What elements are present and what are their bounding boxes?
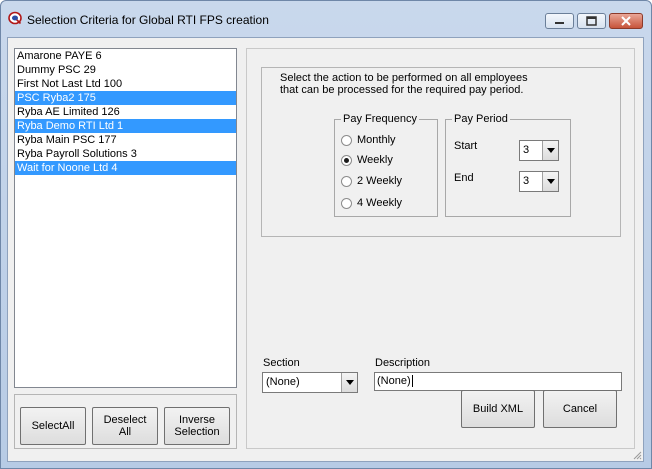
app-logo-icon — [8, 11, 22, 25]
cancel-button[interactable]: Cancel — [543, 390, 617, 428]
resize-grip-icon[interactable] — [632, 450, 642, 460]
select-all-label: SelectAll — [31, 420, 75, 432]
radio-label: 4 Weekly — [357, 197, 403, 209]
description-input[interactable]: (None) — [374, 372, 622, 391]
start-period-select[interactable]: 3 — [519, 140, 559, 161]
chevron-down-icon[interactable] — [542, 141, 558, 160]
minimize-icon — [555, 22, 564, 24]
radio-button[interactable] — [341, 197, 352, 209]
list-item[interactable]: Ryba Payroll Solutions 3 — [15, 147, 236, 161]
build-xml-label: Build XML — [472, 403, 524, 415]
maximize-icon — [586, 16, 597, 26]
window-title: Selection Criteria for Global RTI FPS cr… — [27, 13, 269, 27]
text-caret — [411, 375, 413, 388]
list-item[interactable]: Ryba Demo RTI Ltd 1 — [15, 119, 236, 133]
list-item[interactable]: Ryba Main PSC 177 — [15, 133, 236, 147]
dialog-window: Selection Criteria for Global RTI FPS cr… — [0, 0, 652, 469]
company-listbox[interactable]: Amarone PAYE 6 Dummy PSC 29 First Not Last… — [14, 48, 237, 388]
pay-frequency-option[interactable]: Monthly — [341, 133, 396, 147]
pay-frequency-option[interactable]: 2 Weekly — [341, 174, 402, 188]
title-bar[interactable]: Selection Criteria for Global RTI FPS cr… — [1, 1, 651, 37]
close-icon — [621, 16, 631, 26]
radio-button[interactable] — [341, 134, 352, 146]
list-item[interactable]: Amarone PAYE 6 — [15, 49, 236, 63]
pay-frequency-option[interactable]: Weekly — [341, 153, 393, 167]
radio-button[interactable] — [341, 175, 352, 187]
section-label: Section — [263, 357, 300, 369]
minimize-button[interactable] — [545, 13, 574, 29]
section-value: (None) — [266, 376, 300, 388]
build-xml-button[interactable]: Build XML — [461, 390, 535, 428]
end-period-value: 3 — [523, 175, 530, 187]
section-select[interactable]: (None) — [262, 372, 358, 393]
pay-frequency-label: Pay Frequency — [341, 113, 419, 126]
list-item[interactable]: Dummy PSC 29 — [15, 63, 236, 77]
radio-label: Weekly — [357, 154, 393, 166]
chevron-down-icon[interactable] — [542, 172, 558, 191]
dialog-client-area: Amarone PAYE 6 Dummy PSC 29 First Not Last… — [7, 37, 644, 462]
cancel-label: Cancel — [562, 403, 598, 415]
start-label: Start — [454, 140, 478, 152]
radio-label: 2 Weekly — [357, 175, 403, 187]
pay-frequency-group: Pay Frequency Monthly Weekly 2 Weekly 4 Wee… — [334, 113, 438, 217]
end-period-select[interactable]: 3 — [519, 171, 559, 192]
select-all-button[interactable]: SelectAll — [20, 407, 86, 445]
criteria-panel: Select the action to be performed on all… — [246, 48, 635, 449]
start-period-value: 3 — [523, 144, 530, 156]
inverse-selection-label: Inverse Selection — [174, 414, 220, 438]
pay-period-label: Pay Period — [452, 113, 510, 126]
list-buttons-group: SelectAll Deselect All Inverse Selection — [14, 394, 237, 449]
pay-period-group: Pay Period Start 3 End 3 — [445, 113, 571, 217]
end-label: End — [454, 172, 474, 184]
inverse-selection-button[interactable]: Inverse Selection — [164, 407, 230, 445]
maximize-button[interactable] — [577, 13, 606, 29]
list-item[interactable]: First Not Last Ltd 100 — [15, 77, 236, 91]
radio-button[interactable] — [341, 154, 352, 166]
chevron-down-icon[interactable] — [341, 373, 357, 392]
pay-frequency-option[interactable]: 4 Weekly — [341, 196, 402, 210]
instruction-text: Select the action to be performed on all… — [280, 72, 528, 96]
close-button[interactable] — [609, 13, 643, 29]
description-value: (None) — [377, 375, 413, 388]
deselect-all-button[interactable]: Deselect All — [92, 407, 158, 445]
action-frame: Select the action to be performed on all… — [261, 67, 621, 237]
radio-label: Monthly — [357, 134, 396, 146]
list-item[interactable]: Wait for Noone Ltd 4 — [15, 161, 236, 175]
list-item[interactable]: Ryba AE Limited 126 — [15, 105, 236, 119]
list-item[interactable]: PSC Ryba2 175 — [15, 91, 236, 105]
deselect-all-label: Deselect All — [103, 414, 147, 438]
description-label: Description — [375, 357, 431, 369]
